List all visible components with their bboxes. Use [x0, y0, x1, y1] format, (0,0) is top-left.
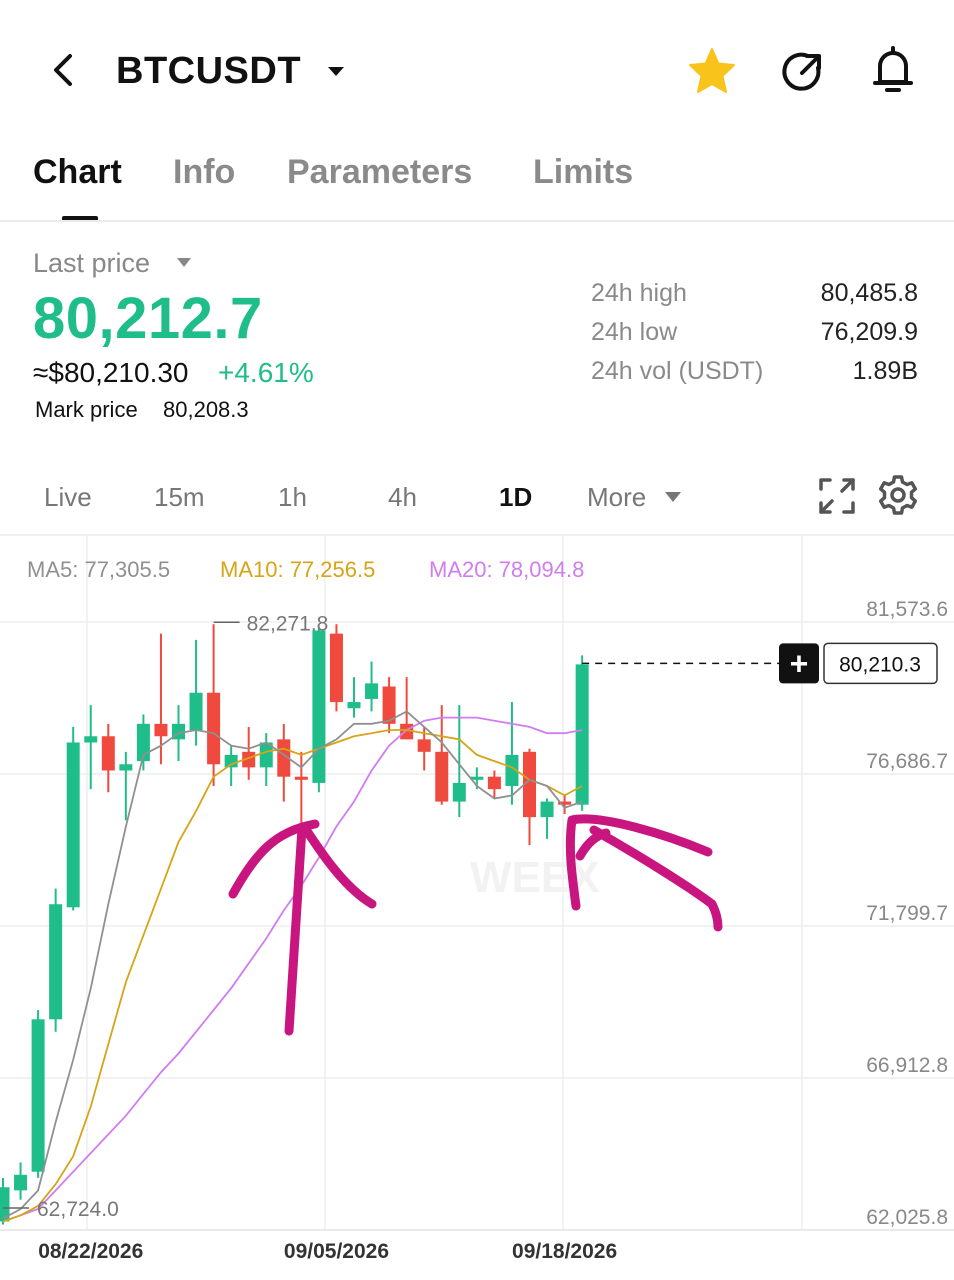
tab-limits[interactable]: Limits	[533, 150, 633, 194]
candle-body	[84, 736, 98, 743]
timeframe-live[interactable]: Live	[44, 480, 92, 514]
low-price-label: 62,724.0	[37, 1198, 119, 1221]
mark-price-label: Mark price	[35, 397, 138, 422]
favorite-star-icon[interactable]	[686, 46, 738, 96]
current-price-marker: + 80,210.3	[582, 642, 938, 685]
hand-drawn-arrow	[300, 823, 377, 909]
more-caret-icon[interactable]	[664, 491, 682, 503]
candle-body	[575, 664, 589, 805]
candle-body	[49, 904, 63, 1020]
candle	[277, 723, 291, 802]
candle-body	[119, 764, 133, 771]
candle-body	[154, 723, 168, 737]
tab-parameters[interactable]: Parameters	[287, 150, 472, 194]
tab-info[interactable]: Info	[173, 150, 235, 194]
candle	[49, 888, 63, 1032]
candle	[224, 745, 238, 787]
candle	[14, 1162, 28, 1200]
last-price-caret-icon[interactable]	[176, 257, 192, 268]
fullscreen-icon[interactable]	[818, 477, 856, 515]
candle-body	[417, 739, 431, 752]
candle	[84, 705, 98, 790]
candle	[101, 723, 115, 793]
candle	[136, 714, 150, 771]
add-order-plus[interactable]: +	[790, 645, 809, 681]
candle	[435, 705, 449, 805]
candle-body	[31, 1019, 45, 1172]
candle	[66, 726, 80, 911]
x-axis-tick-label: 09/05/2026	[284, 1240, 389, 1263]
candle-body	[452, 782, 466, 802]
back-arrow-icon[interactable]	[44, 48, 84, 92]
candle	[558, 795, 572, 815]
candlestick-chart[interactable]: WEEX 81,573.676,686.771,799.766,912.862,…	[0, 536, 954, 1280]
candle-body	[329, 633, 343, 703]
last-price-value: 80,212.7	[33, 286, 263, 351]
stat-24h-vol-label: 24h vol (USDT)	[591, 357, 764, 385]
candle-body	[101, 736, 115, 771]
candle-body	[294, 776, 308, 780]
candle	[347, 677, 361, 718]
ma10-legend: MA10: 77,256.5	[220, 557, 375, 582]
candle-body	[312, 630, 326, 783]
tab-divider	[0, 220, 954, 222]
symbol-dropdown-caret-icon[interactable]	[326, 64, 346, 78]
x-axis-tick-label: 09/18/2026	[512, 1240, 617, 1263]
hand-drawn-arrow	[284, 823, 307, 1036]
timeframe-1h[interactable]: 1h	[278, 480, 307, 514]
price-change-percent: +4.61%	[218, 357, 314, 388]
usd-equivalent: ≈$80,210.30	[33, 357, 189, 388]
stat-24h-low-value: 76,209.9	[820, 318, 918, 346]
timeframe-4h[interactable]: 4h	[388, 480, 417, 514]
symbol-title[interactable]: BTCUSDT	[116, 48, 301, 94]
candle-body	[487, 776, 501, 790]
share-icon[interactable]	[778, 46, 828, 96]
candle	[540, 798, 554, 839]
ma20-legend: MA20: 78,094.8	[429, 557, 584, 582]
candle	[505, 702, 519, 805]
y-axis-tick-label: 62,025.8	[866, 1206, 948, 1229]
candle	[312, 627, 326, 793]
candle-body	[435, 751, 449, 802]
candle-body	[207, 692, 221, 765]
candle-body	[189, 692, 203, 731]
candle-body	[347, 702, 361, 709]
y-axis-tick-label: 81,573.6	[866, 598, 948, 621]
last-price-selector[interactable]: Last price	[33, 246, 150, 280]
candle	[329, 624, 343, 712]
stat-24h-high-label: 24h high	[591, 279, 687, 307]
y-axis-tick-label: 76,686.7	[866, 750, 948, 773]
ma5-legend: MA5: 77,305.5	[27, 557, 170, 582]
candle-body	[66, 742, 80, 908]
timeframe-1d[interactable]: 1D	[499, 480, 532, 514]
candle-body	[224, 754, 238, 768]
candle	[207, 624, 221, 787]
stat-24h-low-label: 24h low	[591, 318, 678, 346]
alert-bell-icon[interactable]	[868, 44, 918, 96]
high-price-label: 82,271.8	[247, 612, 329, 635]
candle-body	[14, 1174, 28, 1191]
stat-24h-vol-value: 1.89B	[852, 357, 918, 385]
current-price-label: 80,210.3	[839, 653, 921, 676]
candle	[242, 726, 256, 780]
y-axis-tick-label: 71,799.7	[866, 902, 948, 925]
candle	[259, 733, 273, 787]
timeframe-more[interactable]: More	[587, 480, 646, 514]
candle	[452, 705, 466, 818]
candle	[365, 661, 379, 712]
timeframe-15m[interactable]: 15m	[154, 480, 205, 514]
stat-24h-high-value: 80,485.8	[820, 279, 918, 307]
candle	[382, 677, 396, 734]
mark-price-value: 80,208.3	[163, 397, 249, 422]
y-axis-tick-label: 66,912.8	[866, 1054, 948, 1077]
tab-chart[interactable]: Chart	[33, 150, 122, 194]
chart-settings-gear-icon[interactable]	[877, 474, 919, 516]
x-axis-tick-label: 08/22/2026	[38, 1240, 143, 1263]
candle-body	[365, 683, 379, 699]
candle-body	[540, 801, 554, 818]
candle	[523, 748, 536, 846]
candle	[31, 1009, 45, 1178]
